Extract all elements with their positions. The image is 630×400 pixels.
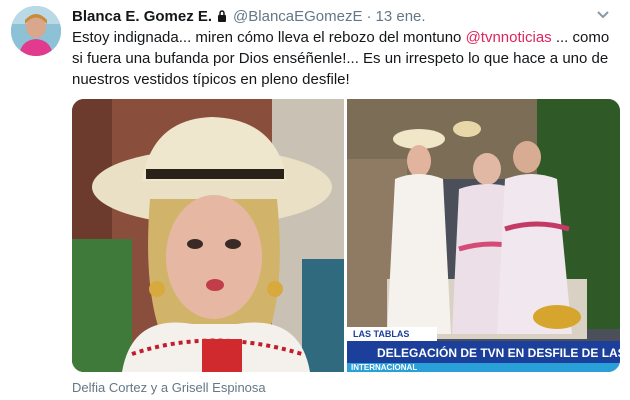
display-name[interactable]: Blanca E. Gomez E. <box>72 8 212 25</box>
photo-selfie[interactable] <box>72 99 344 372</box>
tweet-text-before: Estoy indignada... miren cómo lleva el r… <box>72 29 466 46</box>
media-grid: LAS TABLAS DELEGACIÓN DE TVN EN DESFILE … <box>72 99 620 372</box>
chevron-down-icon[interactable] <box>596 10 610 20</box>
tv-subline: INTERNACIONAL <box>351 363 417 372</box>
separator-dot: · <box>366 7 372 25</box>
user-handle[interactable]: @BlancaEGomezE <box>233 8 362 25</box>
tweet-text: Estoy indignada... miren cómo lleva el r… <box>72 27 612 90</box>
timestamp[interactable]: 13 ene. <box>376 8 426 25</box>
tweet-header: Blanca E. Gomez E. @BlancaEGomezE · 13 e… <box>72 6 610 26</box>
lock-icon <box>218 10 227 22</box>
mention-link[interactable]: @tvnnoticias <box>466 29 552 46</box>
avatar-image <box>11 6 61 56</box>
selfie-image <box>72 99 344 372</box>
photo-tv-screen[interactable]: LAS TABLAS DELEGACIÓN DE TVN EN DESFILE … <box>347 99 620 372</box>
location-tag: LAS TABLAS <box>353 329 409 339</box>
avatar[interactable] <box>11 6 61 56</box>
media-caption[interactable]: Delfia Cortez y a Grisell Espinosa <box>72 380 266 395</box>
tv-parade-image: LAS TABLAS DELEGACIÓN DE TVN EN DESFILE … <box>347 99 620 372</box>
tv-headline: DELEGACIÓN DE TVN EN DESFILE DE LAS MIL.… <box>377 345 620 360</box>
